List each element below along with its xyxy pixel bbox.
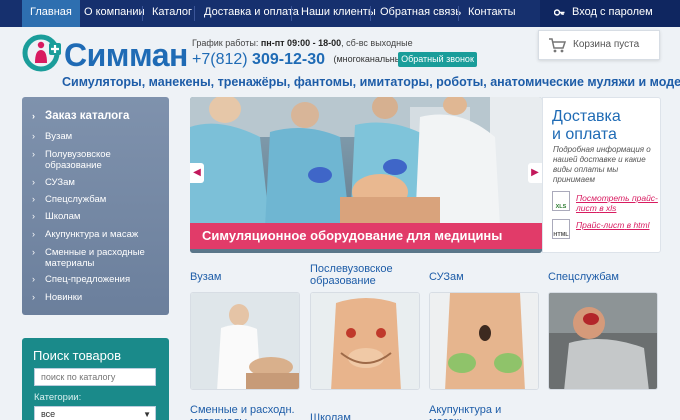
phone[interactable]: +7(812) 309-12-30 (многоканальный) [192, 51, 409, 69]
category-title-colleges[interactable]: СУЗам [429, 271, 464, 283]
delivery-title[interactable]: Доставка и оплата [552, 108, 621, 144]
chevron-right-icon: › [32, 194, 35, 204]
work-schedule: График работы: пн-пт 09:00 - 18-00, сб-в… [192, 38, 413, 48]
cart-status: Корзина пуста [573, 39, 640, 50]
logo-icon [22, 34, 61, 72]
price-list-xls-link[interactable]: Посмотреть прайс-лист в xls [576, 193, 658, 213]
banner-caption[interactable]: Симуляционное оборудование для медицины [190, 223, 542, 249]
cart[interactable]: Корзина пуста [538, 30, 660, 60]
category-label: Категории: [34, 392, 82, 403]
nav-divider [291, 6, 292, 21]
banner-slider[interactable]: Симуляционное оборудование для медицины … [190, 97, 542, 253]
category-image [191, 293, 299, 389]
category-card-universities[interactable] [190, 292, 300, 390]
sidebar-item-label: Полувузовское образование [45, 149, 111, 171]
category-title-acupuncture[interactable]: Акупунктура и масаж [429, 404, 529, 420]
xls-file-icon: XLS [552, 191, 570, 211]
sidebar-item-acupuncture[interactable]: › Акупунктура и масаж [32, 229, 162, 240]
price-list-html-label: Прайс-лист [576, 220, 625, 230]
slide-next-button[interactable]: ▶ [528, 163, 542, 183]
search-title: Поиск товаров [33, 348, 122, 363]
nav-home[interactable]: Главная [22, 0, 80, 27]
nav-divider [370, 6, 371, 21]
chevron-right-icon: › [32, 229, 35, 239]
slide-prev-button[interactable]: ◀ [190, 163, 204, 183]
sidebar-menu: › Заказ каталога › Вузам › Полувузовское об… [22, 97, 169, 315]
phone-number: 309-12-30 [252, 51, 325, 68]
schedule-rest: , сб-вс выходные [341, 38, 413, 48]
category-card-postgraduate[interactable] [310, 292, 420, 390]
login-button[interactable]: Вход с паролем [540, 0, 680, 27]
sidebar-item-catalog-order[interactable]: › Заказ каталога [32, 110, 162, 122]
key-icon [554, 8, 565, 16]
chevron-right-icon: › [32, 292, 35, 302]
price-list-xls-suffix: в xls [599, 203, 617, 213]
chevron-right-icon: ▶ [531, 167, 539, 178]
sidebar-item-new[interactable]: › Новинки [32, 292, 162, 303]
chevron-down-icon: ▼ [143, 410, 151, 419]
category-card-colleges[interactable] [429, 292, 539, 390]
sidebar-item-label: Акупунктура и масаж [45, 229, 139, 240]
sidebar-item-colleges[interactable]: › СУЗам [32, 177, 162, 188]
nav-divider [458, 6, 459, 21]
sidebar-item-label: Спецслужбам [45, 194, 107, 205]
chevron-right-icon: › [32, 211, 35, 221]
category-title-special-services[interactable]: Спецслужбам [548, 271, 619, 283]
nav-catalog[interactable]: Каталог [144, 0, 200, 27]
category-card-special-services[interactable] [548, 292, 658, 390]
sidebar-item-label: Сменные и расходные материалы [45, 247, 145, 269]
product-search: Поиск товаров Категории: все ▼ [22, 338, 169, 420]
cart-icon [548, 37, 567, 65]
top-navigation: Главная О компании Каталог Доставка и оп… [0, 0, 680, 27]
chevron-right-icon: › [32, 274, 35, 284]
price-list-html-link[interactable]: Прайс-лист в html [576, 220, 658, 230]
sidebar-item-schools[interactable]: › Школам [32, 211, 162, 222]
category-image [311, 293, 419, 389]
category-title-postgraduate[interactable]: Послевузовское образование [310, 263, 415, 287]
sidebar-item-label: Заказ каталога [45, 110, 130, 122]
delivery-title-line1: Доставка [552, 108, 621, 125]
nav-divider [142, 6, 143, 21]
category-image [430, 293, 538, 389]
schedule-hours: пн-пт 09:00 - 18-00 [260, 38, 342, 48]
logo-text[interactable]: Симман [64, 37, 188, 74]
search-input[interactable] [34, 368, 156, 386]
nav-feedback[interactable]: Обратная связь [372, 0, 469, 27]
category-title-schools[interactable]: Школам [310, 412, 351, 420]
delivery-description: Подробная информация о нашей доставке и … [553, 145, 651, 184]
chevron-right-icon: › [32, 149, 35, 159]
sidebar-item-label: Спец-предложения [45, 274, 131, 285]
sidebar-item-label: СУЗам [45, 177, 75, 188]
callback-button[interactable]: Обратный звонок [398, 52, 477, 67]
phone-code: +7(812) [192, 51, 248, 68]
sidebar-item-label: Школам [45, 211, 81, 222]
chevron-right-icon: › [32, 111, 35, 121]
sidebar-item-universities[interactable]: › Вузам [32, 131, 162, 142]
category-value: все [41, 409, 56, 419]
nav-divider [194, 6, 195, 21]
category-select[interactable]: все ▼ [34, 406, 156, 420]
login-label: Вход с паролем [572, 6, 653, 18]
sidebar-item-consumables[interactable]: › Сменные и расходные материалы [32, 247, 162, 269]
chevron-left-icon: ◀ [193, 167, 201, 178]
price-list-xls-label: Посмотреть прайс-лист [576, 193, 658, 213]
tagline: Симуляторы, манекены, тренажёры, фантомы… [62, 75, 680, 89]
category-title-universities[interactable]: Вузам [190, 271, 221, 283]
category-title-consumables[interactable]: Сменные и расходн. материалы [190, 404, 305, 420]
sidebar-item-label: Новинки [45, 292, 83, 303]
chevron-right-icon: › [32, 131, 35, 141]
nav-contacts[interactable]: Контакты [460, 0, 524, 27]
delivery-title-line2: и оплата [552, 126, 617, 143]
schedule-label: График работы: [192, 38, 259, 48]
category-image [549, 293, 657, 389]
chevron-right-icon: › [32, 247, 35, 257]
html-file-icon: HTML [552, 219, 570, 239]
price-list-html-suffix: в html [626, 220, 650, 230]
sidebar-item-postgraduate[interactable]: › Полувузовское образование [32, 149, 162, 171]
sidebar-item-special-offers[interactable]: › Спец-предложения [32, 274, 162, 285]
sidebar-item-special-services[interactable]: › Спецслужбам [32, 194, 162, 205]
delivery-panel: Доставка и оплата Подробная информация о… [542, 97, 661, 253]
sidebar-item-label: Вузам [45, 131, 73, 142]
chevron-right-icon: › [32, 177, 35, 187]
